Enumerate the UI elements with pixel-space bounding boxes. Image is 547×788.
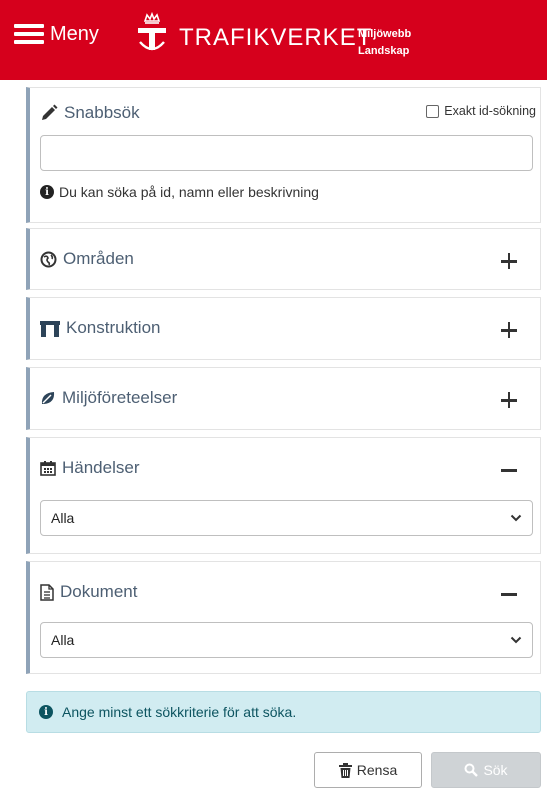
documents-title-text: Dokument: [60, 582, 138, 601]
clear-button-label: Rensa: [356, 762, 398, 778]
construction-panel[interactable]: Konstruktion: [26, 297, 541, 360]
app-name-line2: Landskap: [358, 45, 410, 57]
document-icon: [40, 583, 54, 601]
search-hint-text: Du kan söka på id, namn eller beskrivnin…: [59, 184, 319, 200]
search-icon: [464, 763, 479, 777]
construction-title-text: Konstruktion: [66, 318, 161, 337]
documents-select[interactable]: Alla: [40, 622, 533, 658]
exact-id-label: Exakt id-sökning: [444, 104, 536, 118]
menu-label: Meny: [50, 23, 99, 45]
events-title: Händelser: [40, 458, 140, 478]
areas-title: Områden: [40, 249, 134, 269]
calendar-icon: [40, 461, 56, 476]
events-panel: Händelser Alla: [26, 437, 541, 554]
globe-icon: [40, 251, 57, 267]
events-select[interactable]: Alla: [40, 500, 533, 536]
events-title-text: Händelser: [62, 458, 140, 477]
expand-env-features-button[interactable]: [500, 391, 518, 409]
exact-id-search-toggle[interactable]: Exakt id-sökning: [426, 104, 536, 118]
leaf-icon: [41, 392, 55, 404]
env-features-title: Miljöföreteelser: [40, 388, 177, 408]
bridge-icon: [40, 320, 60, 337]
trafikverket-logo[interactable]: TRAFIKVERKET: [135, 12, 372, 56]
search-button-label: Sök: [483, 762, 508, 778]
env-features-panel[interactable]: Miljöföreteelser: [26, 367, 541, 430]
info-icon: i: [39, 705, 53, 719]
hamburger-icon: [14, 24, 44, 44]
search-button[interactable]: Sök: [431, 752, 541, 788]
exact-id-checkbox[interactable]: [426, 104, 440, 118]
documents-select-value: Alla: [51, 632, 75, 648]
app-name: Miljöwebb Landskap: [358, 26, 411, 60]
quicksearch-input[interactable]: [40, 135, 533, 171]
top-header: Meny TRAFIKVERKET Miljöwebb Landskap: [0, 0, 547, 80]
info-icon: i: [40, 185, 54, 199]
app-name-line1: Miljöwebb: [358, 28, 412, 40]
clear-button[interactable]: Rensa: [314, 752, 422, 788]
info-alert: i Ange minst ett sökkriterie för att sök…: [26, 691, 541, 733]
construction-title: Konstruktion: [40, 318, 161, 338]
events-select-value: Alla: [51, 510, 75, 526]
expand-construction-button[interactable]: [500, 321, 518, 339]
crown-logo-icon: [138, 12, 166, 51]
quicksearch-title-text: Snabbsök: [64, 103, 140, 122]
collapse-documents-button[interactable]: [500, 585, 518, 603]
quicksearch-panel: Snabbsök Exakt id-sökning i Du kan söka …: [26, 87, 541, 223]
documents-title: Dokument: [40, 582, 137, 602]
env-features-title-text: Miljöföreteelser: [62, 388, 178, 407]
menu-button[interactable]: Meny: [14, 24, 99, 44]
search-hint: i Du kan söka på id, namn eller beskrivn…: [40, 184, 319, 200]
areas-panel[interactable]: Områden: [26, 228, 541, 290]
areas-title-text: Områden: [63, 249, 134, 268]
chevron-down-icon: [510, 636, 522, 644]
quicksearch-title: Snabbsök: [40, 103, 140, 123]
collapse-events-button[interactable]: [500, 461, 518, 479]
documents-panel: Dokument Alla: [26, 561, 541, 674]
trash-icon: [338, 762, 352, 778]
expand-areas-button[interactable]: [500, 252, 518, 270]
chevron-down-icon: [510, 514, 522, 522]
brand-name: TRAFIKVERKET: [179, 24, 373, 51]
pencil-icon: [42, 104, 58, 120]
info-alert-text: Ange minst ett sökkriterie för att söka.: [62, 704, 297, 720]
